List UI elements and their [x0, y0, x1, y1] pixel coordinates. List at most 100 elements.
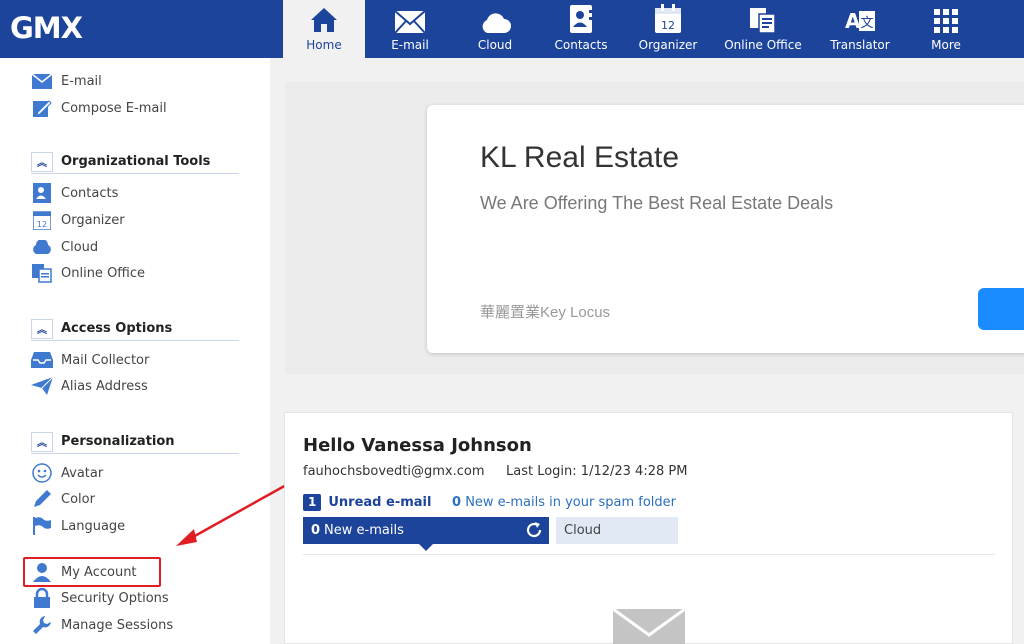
section-title: Personalization [61, 434, 175, 449]
collapse-chevron-icon[interactable]: ︽ [31, 151, 53, 172]
last-login: Last Login: 1/12/23 4:28 PM [506, 464, 688, 479]
cloud-icon [31, 236, 53, 258]
sidebar-item-compose-email[interactable]: Compose E-mail [31, 97, 167, 119]
sidebar-item-label: Online Office [61, 265, 146, 281]
sidebar-item-color[interactable]: Color [31, 488, 95, 510]
sidebar-item-online-office[interactable]: Online Office [31, 262, 145, 284]
sidebar-item-security-options[interactable]: Security Options [31, 587, 169, 609]
sidebar-item-organizer[interactable]: 12 Organizer [31, 209, 125, 231]
home-icon [309, 0, 339, 34]
nav-contacts[interactable]: Contacts [541, 0, 621, 58]
nav-label: Home [306, 38, 342, 52]
nav-email[interactable]: E-mail [370, 0, 450, 58]
sidebar-item-contacts[interactable]: Contacts [31, 182, 118, 204]
greeting: Hello Vanessa Johnson [303, 435, 532, 456]
sidebar-item-manage-sessions[interactable]: Manage Sessions [31, 614, 173, 636]
paper-plane-icon [31, 375, 53, 397]
smiley-icon [31, 462, 53, 484]
section-title: Organizational Tools [61, 154, 211, 169]
sidebar-item-label: Security Options [61, 590, 169, 606]
highlight-box [23, 557, 161, 587]
divider [303, 554, 995, 555]
office-icon [31, 262, 53, 284]
lock-icon [31, 587, 53, 609]
envelope-icon [31, 70, 53, 92]
tab-new-emails[interactable]: 0 New e-mails [303, 517, 549, 551]
sidebar-item-email[interactable]: E-mail [31, 70, 102, 92]
nav-online-office[interactable]: Online Office [718, 0, 808, 58]
grid-icon [933, 0, 959, 34]
compose-icon [31, 97, 53, 119]
spam-folder-link[interactable]: 0 New e-mails in your spam folder [452, 495, 676, 510]
nav-more[interactable]: More [910, 0, 982, 58]
top-navigation-bar: GMX Home E-mail Cloud Contacts 12 Organi… [0, 0, 1024, 58]
sidebar-item-label: Manage Sessions [61, 617, 174, 633]
unread-label: Unread e-mail [328, 495, 432, 510]
svg-text:文: 文 [860, 16, 873, 31]
nav-label: More [931, 38, 961, 52]
ad-card[interactable]: KL Real Estate We Are Offering The Best … [427, 105, 1024, 353]
nav-cloud[interactable]: Cloud [455, 0, 535, 58]
translate-icon: A文 [844, 0, 876, 34]
sidebar-item-label: Alias Address [61, 378, 148, 394]
sidebar-item-label: Compose E-mail [61, 100, 167, 116]
nav-organizer[interactable]: 12 Organizer [627, 0, 709, 58]
ad-cta-button[interactable] [978, 288, 1024, 330]
sidebar-item-avatar[interactable]: Avatar [31, 462, 103, 484]
envelope-icon [394, 0, 426, 34]
section-title: Access Options [61, 321, 173, 336]
tab-cloud[interactable]: Cloud [556, 517, 678, 544]
flag-icon [31, 515, 53, 537]
sidebar-item-label: Organizer [61, 212, 125, 228]
refresh-icon[interactable] [525, 521, 543, 539]
new-count: 0 [311, 523, 321, 538]
calendar-icon: 12 [654, 0, 682, 34]
sidebar-item-label: Mail Collector [61, 352, 150, 368]
mail-overview-card: Hello Vanessa Johnson fauhochsbovedti@gm… [284, 412, 1013, 644]
account-email: fauhochsbovedti@gmx.com [303, 464, 485, 479]
wrench-icon [31, 614, 53, 636]
nav-label: Contacts [554, 38, 608, 52]
calendar-icon: 12 [31, 209, 53, 231]
sidebar-item-mail-collector[interactable]: Mail Collector [31, 349, 149, 371]
nav-label: Organizer [638, 38, 698, 52]
sidebar-item-language[interactable]: Language [31, 515, 125, 537]
contacts-icon [31, 182, 53, 204]
sidebar-item-label: Contacts [61, 185, 119, 201]
sidebar-item-cloud[interactable]: Cloud [31, 236, 98, 258]
svg-text:12: 12 [37, 220, 47, 229]
svg-text:12: 12 [661, 19, 675, 32]
ad-footer: 華麗置業Key Locus [480, 304, 611, 321]
collapse-chevron-icon[interactable]: ︽ [31, 431, 53, 452]
section-header-organizational-tools: ︽ Organizational Tools [31, 150, 239, 174]
nav-label: E-mail [391, 38, 429, 52]
collapse-chevron-icon[interactable]: ︽ [31, 318, 53, 339]
empty-mailbox-envelope-icon [613, 609, 685, 644]
spam-label: New e-mails in your spam folder [465, 495, 676, 510]
section-header-personalization: ︽ Personalization [31, 430, 239, 454]
nav-label: Cloud [477, 38, 513, 52]
nav-translator[interactable]: A文 Translator [818, 0, 902, 58]
tab-pointer [419, 544, 433, 551]
office-icon [749, 0, 777, 34]
nav-label: Translator [830, 38, 890, 52]
contacts-icon [569, 0, 593, 34]
new-label: New e-mails [324, 523, 404, 538]
sidebar-item-label: Color [61, 491, 95, 507]
nav-home[interactable]: Home [283, 0, 365, 58]
nav-label: Online Office [724, 38, 802, 52]
gmx-logo[interactable]: GMX [10, 11, 83, 45]
sidebar-item-label: Cloud [61, 239, 99, 255]
sidebar-item-alias-address[interactable]: Alias Address [31, 375, 148, 397]
ad-title: KL Real Estate [480, 141, 679, 174]
ad-subtitle: We Are Offering The Best Real Estate Dea… [480, 193, 834, 213]
inbox-icon [31, 349, 53, 371]
sidebar-item-label: Avatar [61, 465, 104, 481]
unread-email-link[interactable]: 1 Unread e-mail [303, 494, 431, 511]
section-header-access-options: ︽ Access Options [31, 317, 239, 341]
annotation-arrow [176, 482, 289, 546]
spam-count: 0 [452, 495, 462, 510]
sidebar-item-label: Language [61, 518, 126, 534]
svg-text:A: A [845, 9, 861, 33]
sidebar-item-label: E-mail [61, 73, 102, 89]
